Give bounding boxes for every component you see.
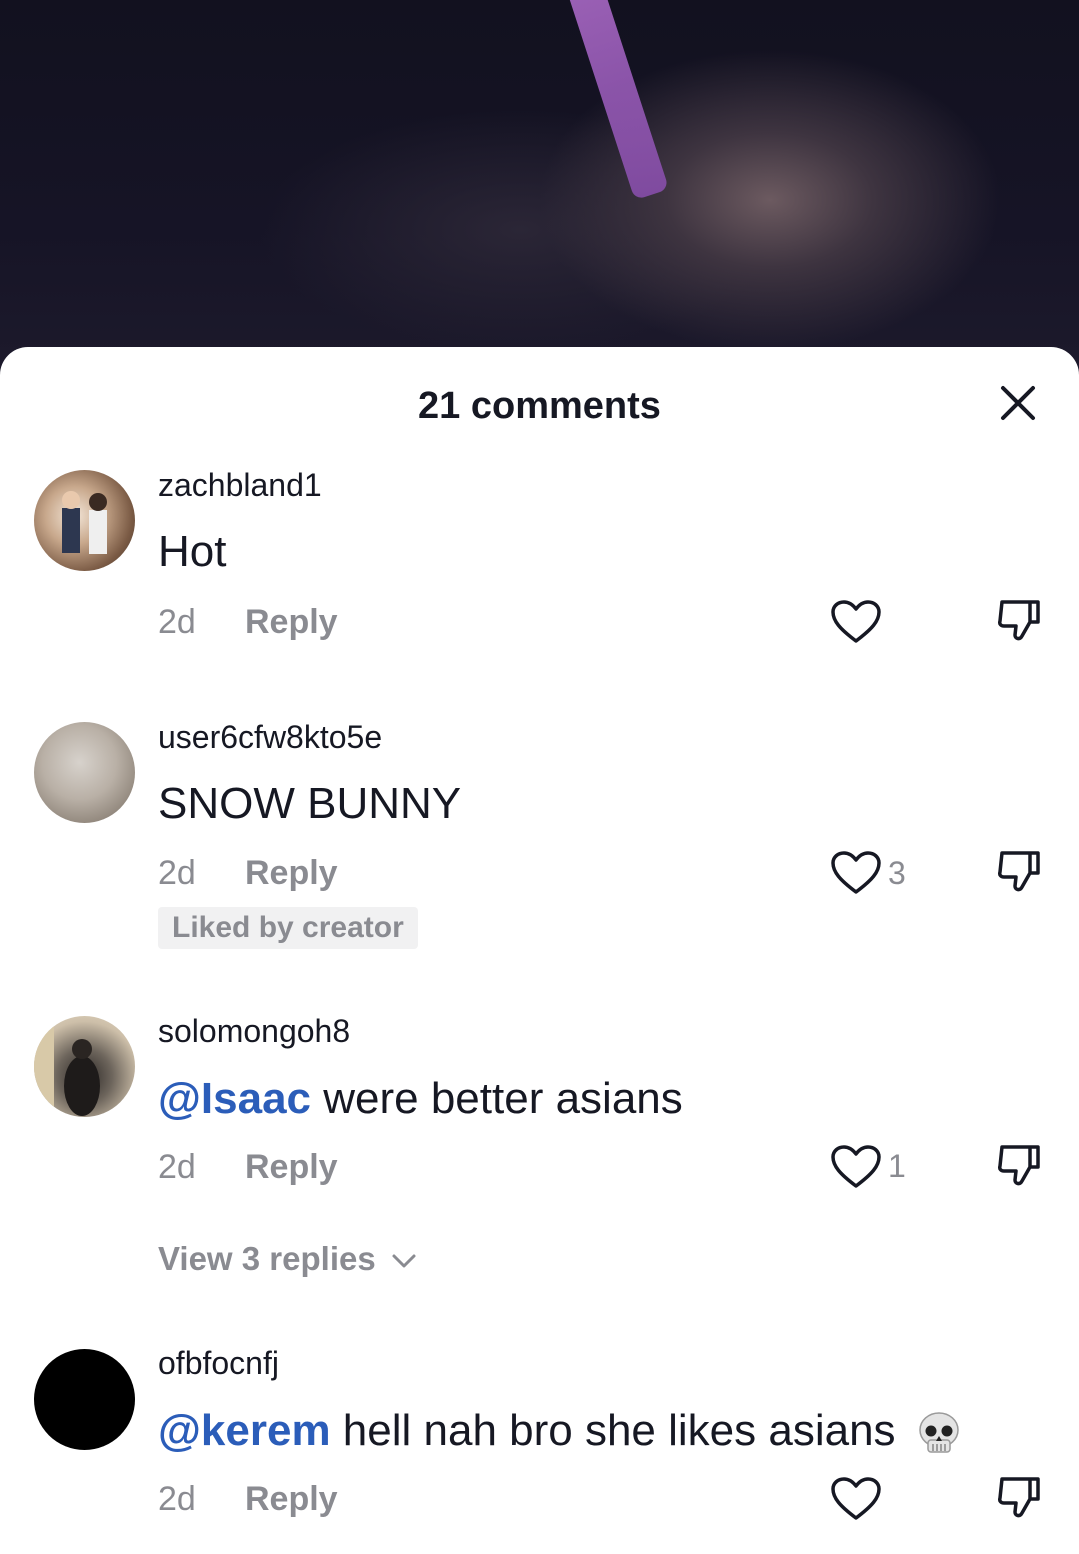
dislike-icon[interactable] <box>994 1473 1044 1523</box>
avatar[interactable] <box>34 1349 135 1450</box>
like-count: 1 <box>888 1148 906 1184</box>
reply-button[interactable]: Reply <box>245 1480 338 1519</box>
skull-emoji-icon <box>916 1410 962 1456</box>
comments-sheet: 21 comments zachbland1 Hot 2d Reply user… <box>0 347 1079 1554</box>
comment-username[interactable]: solomongoh8 <box>158 1013 350 1050</box>
heart-icon[interactable] <box>830 599 882 645</box>
comment-meta: 2d Reply <box>158 1480 338 1519</box>
heart-icon[interactable] <box>830 1144 882 1190</box>
comment-mention[interactable]: @Isaac <box>158 1074 311 1123</box>
reply-button[interactable]: Reply <box>245 603 338 642</box>
comment-text-body: Hot <box>158 527 227 576</box>
liked-by-creator-badge: Liked by creator <box>158 907 418 949</box>
dislike-icon[interactable] <box>994 1141 1044 1191</box>
comment-text-body: SNOW BUNNY <box>158 779 462 828</box>
comment-meta: 2d Reply <box>158 854 338 893</box>
avatar[interactable] <box>34 722 135 823</box>
comment-username[interactable]: ofbfocnfj <box>158 1345 279 1382</box>
comment-text-body: were better asians <box>311 1074 683 1123</box>
video-background <box>0 0 1079 380</box>
comment-time: 2d <box>158 1148 196 1186</box>
comment-username[interactable]: user6cfw8kto5e <box>158 719 382 756</box>
comments-count-title: 21 comments <box>418 385 661 427</box>
comment-username[interactable]: zachbland1 <box>158 467 322 504</box>
dislike-icon[interactable] <box>994 847 1044 897</box>
video-light-streak <box>566 0 670 201</box>
view-replies-button[interactable]: View 3 replies <box>158 1240 417 1278</box>
close-icon[interactable] <box>995 380 1041 426</box>
comment-meta: 2d Reply <box>158 1148 338 1187</box>
like-count: 3 <box>888 855 906 891</box>
comment-time: 2d <box>158 854 196 892</box>
heart-icon[interactable] <box>830 1476 882 1522</box>
reply-button[interactable]: Reply <box>245 1148 338 1187</box>
comment-text-body: hell nah bro she likes asians <box>330 1406 896 1455</box>
comment-text: @Isaac were better asians <box>158 1074 683 1124</box>
comment-time: 2d <box>158 603 196 641</box>
view-replies-label: View 3 replies <box>158 1240 376 1277</box>
avatar[interactable] <box>34 470 135 571</box>
chevron-down-icon <box>392 1254 416 1268</box>
reply-button[interactable]: Reply <box>245 854 338 893</box>
comment-time: 2d <box>158 1480 196 1518</box>
comment-mention[interactable]: @kerem <box>158 1406 331 1455</box>
comment-text: @kerem hell nah bro she likes asians <box>158 1406 962 1456</box>
comment-text: Hot <box>158 527 226 577</box>
comment-text: SNOW BUNNY <box>158 779 461 829</box>
dislike-icon[interactable] <box>994 596 1044 646</box>
heart-icon[interactable] <box>830 850 882 896</box>
avatar[interactable] <box>34 1016 135 1117</box>
comment-meta: 2d Reply <box>158 603 338 642</box>
